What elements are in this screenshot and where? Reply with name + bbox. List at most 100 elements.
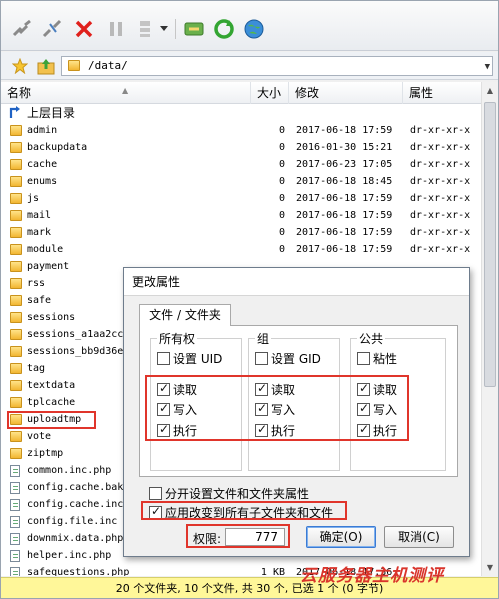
address-input[interactable]: /data/ ▼	[61, 56, 493, 76]
column-name[interactable]: 名称 ▲	[1, 82, 251, 104]
set-uid-label: 设置 UID	[173, 352, 223, 366]
column-attributes[interactable]: 属性	[403, 82, 481, 104]
file-modified: 2017-06-18 17:59	[296, 125, 393, 136]
folder-icon	[10, 363, 22, 374]
php-file-icon	[10, 516, 20, 528]
chevron-down-icon[interactable]: ▼	[485, 58, 490, 76]
file-row[interactable]: cache 0 2017-06-23 17:05 dr-xr-xr-x	[1, 156, 481, 173]
file-name: enums	[27, 176, 58, 187]
delete-icon[interactable]	[71, 17, 97, 41]
file-name: js	[27, 193, 40, 204]
separate-settings-checkbox[interactable]: 分开设置文件和文件夹属性	[149, 485, 309, 502]
tab-file-folder[interactable]: 文件 / 文件夹	[139, 304, 231, 326]
pause-icon[interactable]	[103, 17, 129, 41]
highlight-uploadtmp	[7, 411, 96, 429]
file-name: textdata	[27, 380, 76, 391]
connect-icon[interactable]	[9, 17, 35, 41]
file-attributes: dr-xr-xr-x	[410, 244, 471, 255]
file-row[interactable]: js 0 2017-06-18 17:59 dr-xr-xr-x	[1, 190, 481, 207]
separate-settings-label: 分开设置文件和文件夹属性	[165, 487, 310, 501]
folder-icon	[10, 125, 22, 136]
address-bar: /data/ ▼	[1, 52, 498, 80]
file-name: mail	[27, 210, 52, 221]
file-size: 0	[278, 176, 285, 187]
vertical-scrollbar[interactable]: ▲ ▼	[481, 82, 498, 576]
checkbox-box	[255, 352, 268, 365]
file-name: helper.inc.php	[27, 550, 112, 561]
transfer-icon[interactable]	[181, 17, 207, 41]
folder-icon	[10, 176, 22, 187]
column-modified-label: 修改	[295, 86, 320, 100]
scroll-down-icon[interactable]: ▼	[482, 559, 498, 576]
file-attributes: dr-xr-xr-x	[410, 227, 471, 238]
folder-icon	[10, 210, 22, 221]
file-attributes: dr-xr-xr-x	[410, 142, 471, 153]
file-row[interactable]: backupdata 0 2016-01-30 15:21 dr-xr-xr-x	[1, 139, 481, 156]
sticky-checkbox[interactable]: 粘性	[357, 350, 397, 367]
folder-icon	[10, 329, 22, 340]
column-name-label: 名称	[7, 86, 32, 100]
file-name: sessions_bb9d36e	[27, 346, 124, 357]
file-row[interactable]: mark 0 2017-06-18 17:59 dr-xr-xr-x	[1, 224, 481, 241]
file-name: safequestions.php	[27, 567, 130, 576]
file-name: tag	[27, 363, 46, 374]
folder-icon	[10, 278, 22, 289]
column-attributes-label: 属性	[409, 86, 434, 100]
refresh-icon[interactable]	[211, 17, 237, 41]
scrollbar-thumb[interactable]	[484, 102, 496, 387]
file-name: mark	[27, 227, 52, 238]
file-row[interactable]: enums 0 2017-06-18 18:45 dr-xr-xr-x	[1, 173, 481, 190]
star-icon[interactable]	[11, 57, 29, 77]
php-file-icon	[10, 465, 20, 477]
parent-dir-row[interactable]: 上层目录	[1, 105, 481, 122]
file-row[interactable]: admin 0 2017-06-18 17:59 dr-xr-xr-x	[1, 122, 481, 139]
file-name: safe	[27, 295, 52, 306]
file-name: config.cache.inc	[27, 499, 124, 510]
folder-icon	[10, 295, 22, 306]
file-attributes: dr-xr-xr-x	[410, 210, 471, 221]
file-modified: 2017-06-18 17:59	[296, 244, 393, 255]
file-attributes: dr-xr-xr-x	[410, 159, 471, 170]
set-gid-label: 设置 GID	[271, 352, 321, 366]
column-size[interactable]: 大小	[251, 82, 289, 104]
php-file-icon	[10, 499, 20, 511]
file-size: 0	[278, 210, 285, 221]
folder-icon	[10, 142, 22, 153]
set-uid-checkbox[interactable]: 设置 UID	[157, 350, 222, 367]
file-row[interactable]: module 0 2017-06-18 17:59 dr-xr-xr-x	[1, 241, 481, 258]
ok-button[interactable]: 确定(O)	[306, 526, 376, 548]
file-name: backupdata	[27, 142, 88, 153]
checkbox-box	[149, 487, 162, 500]
highlight-permissions	[145, 375, 409, 441]
highlight-permission-value	[186, 524, 290, 548]
file-name: admin	[27, 125, 58, 136]
highlight-apply-recursive	[141, 501, 347, 520]
scroll-up-icon[interactable]: ▲	[482, 82, 498, 99]
cancel-button[interactable]: 取消(C)	[384, 526, 454, 548]
folder-icon	[10, 227, 22, 238]
php-file-icon	[10, 550, 20, 562]
file-attributes: dr-xr-xr-x	[410, 193, 471, 204]
disconnect-icon[interactable]	[39, 17, 65, 41]
queue-icon[interactable]	[132, 17, 158, 41]
file-name: vote	[27, 431, 52, 442]
list-header: 名称 ▲ 大小 修改 属性	[1, 82, 481, 104]
file-modified: 2017-06-23 17:05	[296, 159, 393, 170]
file-modified: 2017-06-18 18:45	[296, 176, 393, 187]
folder-up-icon[interactable]	[37, 57, 55, 78]
column-modified[interactable]: 修改	[289, 82, 403, 104]
folder-icon	[10, 346, 22, 357]
checkbox-box	[357, 352, 370, 365]
file-row[interactable]: mail 0 2017-06-18 17:59 dr-xr-xr-x	[1, 207, 481, 224]
file-size: 1 KB	[260, 567, 285, 576]
parent-dir-label: 上层目录	[27, 106, 76, 120]
file-size: 0	[278, 159, 285, 170]
set-gid-checkbox[interactable]: 设置 GID	[255, 350, 321, 367]
file-attributes: dr-xr-xr-x	[410, 176, 471, 187]
address-path: /data/	[88, 59, 128, 72]
watermark-text: 云服务器主机测评	[300, 566, 444, 586]
file-name: tplcache	[27, 397, 76, 408]
folder-icon	[10, 312, 22, 323]
globe-icon[interactable]	[241, 17, 267, 41]
chevron-down-icon[interactable]	[157, 17, 171, 41]
